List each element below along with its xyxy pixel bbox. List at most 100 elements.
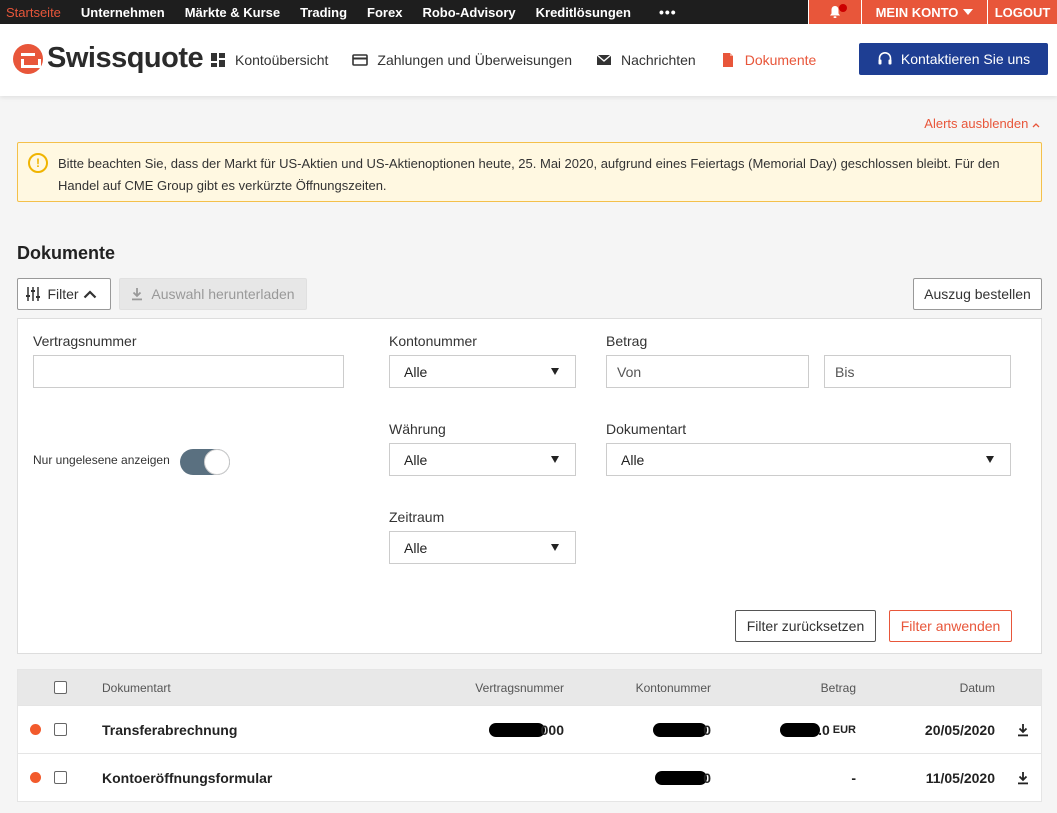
nav-nachrichten-label: Nachrichten <box>621 52 696 68</box>
page-title: Dokumente <box>17 243 116 263</box>
row-datum: 20/05/2020 <box>924 721 995 738</box>
alerts-toggle-link[interactable]: Alerts ausblenden <box>924 116 1040 131</box>
vertragsnummer-label: Vertragsnummer <box>33 333 137 349</box>
nav-kontouebersicht[interactable]: Kontoübersicht <box>210 52 328 68</box>
mein-konto-button[interactable]: MEIN KONTO <box>861 0 987 24</box>
reset-filters-button[interactable]: Filter zurücksetzen <box>735 610 876 642</box>
caret-down-icon <box>986 456 994 463</box>
zeitraum-label: Zeitraum <box>389 509 445 525</box>
select-all-checkbox[interactable] <box>54 681 67 694</box>
download-icon <box>1018 723 1028 736</box>
dashboard-icon <box>211 53 225 67</box>
contact-button[interactable]: Kontaktieren Sie uns <box>859 43 1048 75</box>
row-vertragsnummer: 000 <box>488 706 564 753</box>
caret-down-icon <box>551 368 559 375</box>
betrag-von-input[interactable]: Von <box>606 355 809 388</box>
document-icon <box>722 53 733 67</box>
topnav-maerkte-kurse[interactable]: Märkte & Kurse <box>175 5 290 20</box>
toggle-knob <box>204 449 230 475</box>
top-nav: Startseite Unternehmen Märkte & Kurse Tr… <box>0 0 687 24</box>
dokumentart-label: Dokumentart <box>606 421 687 437</box>
row-download-button[interactable] <box>1017 706 1029 753</box>
row-dokumentart[interactable]: Transferabrechnung <box>102 706 237 753</box>
top-right-actions: MEIN KONTO LOGOUT <box>808 0 1057 24</box>
row-download-button[interactable] <box>1017 754 1029 801</box>
header-betrag[interactable]: Betrag <box>821 670 856 705</box>
topnav-forex[interactable]: Forex <box>357 5 412 20</box>
zeitraum-value: Alle <box>404 539 428 556</box>
unread-only-toggle[interactable] <box>180 449 230 475</box>
row-checkbox[interactable] <box>54 723 67 736</box>
kontonummer-value: Alle <box>404 363 428 380</box>
zeitraum-select[interactable]: Alle <box>389 531 576 564</box>
dokumentart-select[interactable]: Alle <box>606 443 1011 476</box>
topnav-kreditloesungen[interactable]: Kreditlösungen <box>526 5 641 20</box>
row-kontonummer-tail: 0 <box>703 721 711 738</box>
betrag-bis-input[interactable]: Bis <box>824 355 1011 388</box>
logo-text: Swissquote <box>47 42 204 74</box>
notification-badge <box>839 4 847 12</box>
topnav-trading[interactable]: Trading <box>290 5 357 20</box>
filter-label: Filter <box>47 286 79 302</box>
redaction-mark <box>488 722 545 737</box>
row-checkbox[interactable] <box>54 771 67 784</box>
order-statement-button[interactable]: Auszug bestellen <box>913 278 1042 310</box>
nav-dokumente-label: Dokumente <box>744 52 817 68</box>
download-selection-button[interactable]: Auswahl herunterladen <box>119 278 307 310</box>
row-betrag: .0 EUR <box>780 706 856 753</box>
notifications-button[interactable] <box>808 0 861 24</box>
nav-nachrichten[interactable]: Nachrichten <box>596 52 696 68</box>
row-kontonummer-tail: 0 <box>703 769 711 786</box>
nav-zahlungen-label: Zahlungen und Überweisungen <box>377 52 572 68</box>
kontonummer-select[interactable]: Alle <box>389 355 576 388</box>
apply-filters-button[interactable]: Filter anwenden <box>889 610 1012 642</box>
row-betrag: - <box>851 769 856 786</box>
row-kontonummer: 0 <box>653 706 711 753</box>
more-menu-button[interactable]: ••• <box>641 4 687 20</box>
topnav-unternehmen[interactable]: Unternehmen <box>71 5 175 20</box>
contact-label: Kontaktieren Sie uns <box>900 51 1031 67</box>
header-vertragsnummer[interactable]: Vertragsnummer <box>475 670 564 705</box>
mein-konto-label: MEIN KONTO <box>875 4 959 20</box>
waehrung-value: Alle <box>404 451 428 468</box>
waehrung-select[interactable]: Alle <box>389 443 576 476</box>
swissquote-logo[interactable]: Swissquote <box>13 42 204 75</box>
header-datum[interactable]: Datum <box>960 670 995 705</box>
filter-panel: Vertragsnummer Kontonummer Alle Betrag V… <box>17 318 1042 654</box>
dokumentart-value: Alle <box>621 451 645 468</box>
waehrung-label: Währung <box>389 421 446 437</box>
row-betrag-tail: .0 <box>818 721 830 738</box>
nav-dokumente[interactable]: Dokumente <box>720 52 817 68</box>
topnav-startseite[interactable]: Startseite <box>0 5 71 20</box>
row-dokumentart[interactable]: Kontoeröffnungsformular <box>102 754 272 801</box>
logout-button[interactable]: LOGOUT <box>987 0 1057 24</box>
header-kontonummer[interactable]: Kontonummer <box>636 670 711 705</box>
betrag-label: Betrag <box>606 333 648 349</box>
header-dokumentart[interactable]: Dokumentart <box>102 670 171 705</box>
headset-icon <box>878 51 892 65</box>
caret-down-icon <box>551 544 559 551</box>
alert-banner: ! Bitte beachten Sie, dass der Markt für… <box>17 142 1042 202</box>
filter-toggle-button[interactable]: Filter <box>17 278 111 310</box>
table-row[interactable]: Transferabrechnung 000 0 .0 EUR 20/05/20… <box>18 705 1041 753</box>
caret-down-icon <box>963 9 974 15</box>
unread-indicator <box>30 724 41 735</box>
vertragsnummer-input[interactable] <box>33 355 344 388</box>
row-kontonummer: 0 <box>655 754 711 801</box>
chevron-up-icon <box>1032 123 1040 128</box>
redaction-mark <box>780 722 821 737</box>
redaction-mark <box>655 770 708 785</box>
table-header: Dokumentart Vertragsnummer Kontonummer B… <box>18 670 1041 705</box>
download-icon <box>132 288 143 301</box>
table-row[interactable]: Kontoeröffnungsformular 0 - 11/05/2020 <box>18 753 1041 801</box>
alerts-toggle-label: Alerts ausblenden <box>924 116 1029 131</box>
logo-mark-icon <box>13 43 43 74</box>
row-datum: 11/05/2020 <box>925 769 995 786</box>
caret-down-icon <box>551 456 559 463</box>
warning-icon: ! <box>28 153 48 173</box>
nav-zahlungen[interactable]: Zahlungen und Überweisungen <box>352 52 572 68</box>
chevron-up-icon <box>83 289 96 298</box>
topnav-robo-advisory[interactable]: Robo-Advisory <box>412 5 525 20</box>
documents-table: Dokumentart Vertragsnummer Kontonummer B… <box>17 669 1042 802</box>
main-nav: Kontoübersicht Zahlungen und Überweisung… <box>210 24 840 96</box>
